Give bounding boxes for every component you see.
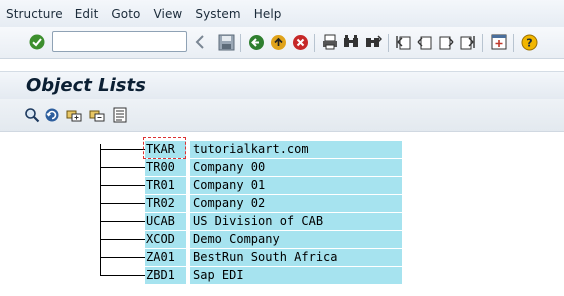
save-icon[interactable] (217, 33, 235, 51)
last-page-icon[interactable] (458, 33, 475, 51)
tree-row-text[interactable]: Company 00 (190, 159, 402, 176)
tree-row-key[interactable]: XCOD (145, 231, 186, 248)
create-session-icon[interactable] (490, 33, 508, 51)
first-page-icon[interactable] (395, 33, 412, 51)
tree-row[interactable]: TR02 Company 02 (100, 194, 402, 212)
application-toolbar (0, 99, 564, 132)
tree-row-text[interactable]: Company 02 (190, 195, 402, 212)
previous-page-icon[interactable] (416, 33, 433, 51)
display-icon[interactable] (24, 107, 40, 123)
print-icon[interactable] (321, 33, 339, 51)
menu-bar: Structure Edit Goto View System Help (0, 0, 564, 27)
cancel-icon[interactable] (291, 33, 309, 51)
svg-text:?: ? (526, 36, 532, 49)
tree-row-key[interactable]: TR01 (145, 177, 186, 194)
tree-row-text[interactable]: tutorialkart.com (190, 141, 402, 158)
tree-row[interactable]: TR01 Company 01 (100, 176, 402, 194)
tree-row-text[interactable]: US Division of CAB (190, 213, 402, 230)
menu-goto[interactable]: Goto (111, 7, 140, 21)
tree-row-text[interactable]: Demo Company (190, 231, 402, 248)
tree-row[interactable]: UCAB US Division of CAB (100, 212, 402, 230)
tree-row-text[interactable]: Sap EDI (190, 267, 402, 284)
tree-row[interactable]: TKAR tutorialkart.com (100, 140, 402, 158)
standard-toolbar: ? (0, 27, 564, 59)
menu-view[interactable]: View (153, 7, 182, 21)
tree-row-key[interactable]: TR00 (145, 159, 186, 176)
exit-icon[interactable] (269, 33, 287, 51)
find-icon[interactable] (342, 33, 360, 51)
expand-subtree-icon[interactable] (66, 107, 82, 123)
tree-connector (100, 275, 145, 276)
tree-connector (100, 221, 145, 222)
tree-row-key[interactable]: TKAR (145, 141, 186, 158)
tree-connector (100, 239, 145, 240)
menu-structure[interactable]: Structure (6, 7, 63, 21)
help-icon[interactable]: ? (520, 33, 538, 51)
tree-row[interactable]: ZBD1 Sap EDI (100, 266, 402, 284)
tree-row-text[interactable]: BestRun South Africa (190, 249, 402, 266)
tree-row-key[interactable]: ZA01 (145, 249, 186, 266)
tree-connector (100, 149, 145, 150)
tree-row[interactable]: TR00 Company 00 (100, 158, 402, 176)
find-next-icon[interactable] (364, 33, 382, 51)
tree-row-key[interactable]: ZBD1 (145, 267, 186, 284)
tree-row[interactable]: ZA01 BestRun South Africa (100, 248, 402, 266)
details-list-icon[interactable] (112, 107, 128, 123)
tree-row-text[interactable]: Company 01 (190, 177, 402, 194)
command-history-icon[interactable] (194, 33, 206, 51)
refresh-icon[interactable] (44, 107, 60, 123)
command-field[interactable] (52, 31, 187, 52)
next-page-icon[interactable] (437, 33, 454, 51)
tree-connector (100, 185, 145, 186)
menu-help[interactable]: Help (254, 7, 282, 21)
tree-row[interactable]: XCOD Demo Company (100, 230, 402, 248)
tree-row-key[interactable]: TR02 (145, 195, 186, 212)
tree-row-key[interactable]: UCAB (145, 213, 186, 230)
collapse-subtree-icon[interactable] (89, 107, 105, 123)
tree-connector (100, 167, 145, 168)
enter-icon[interactable] (28, 33, 46, 51)
title-bar: Object Lists (0, 71, 564, 99)
page-title: Object Lists (26, 75, 146, 96)
tree-connector (100, 203, 145, 204)
menu-system[interactable]: System (195, 7, 240, 21)
menu-edit[interactable]: Edit (75, 7, 99, 21)
back-icon[interactable] (247, 33, 265, 51)
tree-connector (100, 257, 145, 258)
